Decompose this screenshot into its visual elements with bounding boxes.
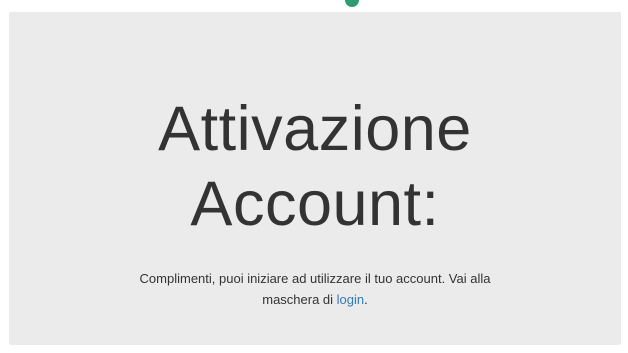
title-line-1: Attivazione: [158, 94, 472, 164]
message-line-2: maschera di login.: [9, 289, 621, 310]
top-logo-fragment: [345, 0, 359, 12]
login-link[interactable]: login: [337, 292, 364, 307]
activation-panel: Attivazione Account: Complimenti, puoi i…: [9, 12, 621, 345]
page-title: Attivazione Account:: [9, 92, 621, 242]
title-line-2: Account:: [190, 169, 440, 239]
activation-message: Complimenti, puoi iniziare ad utilizzare…: [9, 268, 621, 310]
message-line-1: Complimenti, puoi iniziare ad utilizzare…: [139, 271, 491, 286]
message-prefix: maschera di: [262, 292, 337, 307]
message-suffix: .: [364, 292, 368, 307]
